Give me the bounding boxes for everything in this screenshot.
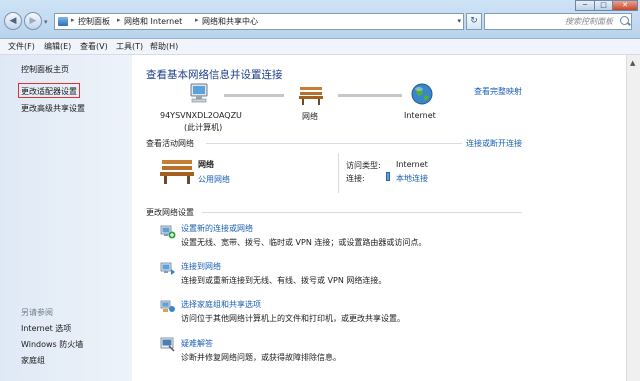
menu-view[interactable]: 查看(V) (80, 41, 108, 52)
task-setup-connection-link[interactable]: 设置新的连接或网络 (181, 223, 253, 234)
task-connect-network-link[interactable]: 连接到网络 (181, 261, 221, 272)
task-homegroup-link[interactable]: 选择家庭组和共享选项 (181, 299, 261, 310)
main-content: 查看基本网络信息并设置连接 查看完整映射 94YSVNXDL2OAQZU (此计… (132, 55, 626, 381)
computer-sub-label: (此计算机) (184, 123, 223, 132)
history-dropdown-icon[interactable]: ▾ (44, 18, 52, 26)
refresh-button[interactable]: ↻ (466, 13, 482, 30)
scrollbar[interactable]: ▲ (626, 55, 640, 381)
bench-network-icon (160, 160, 194, 184)
search-icon[interactable] (620, 16, 629, 25)
minimize-button[interactable]: ─ (575, 0, 595, 11)
menu-tools[interactable]: 工具(T) (116, 41, 143, 52)
sidebar-item-windows-firewall[interactable]: Windows 防火墙 (21, 339, 83, 350)
change-settings-header: 更改网络设置 (146, 208, 194, 217)
sidebar-item-internet-options[interactable]: Internet 选项 (21, 323, 71, 334)
network-type-link[interactable]: 公用网络 (198, 174, 230, 185)
page-title: 查看基本网络信息并设置连接 (146, 69, 283, 81)
new-connection-icon (160, 225, 176, 239)
ethernet-icon (386, 172, 390, 181)
computer-icon (190, 83, 208, 103)
menu-bar: 文件(F) 编辑(E) 查看(V) 工具(T) 帮助(H) (0, 39, 640, 55)
breadcrumb-item[interactable]: 控制面板 (78, 16, 110, 27)
section-divider (202, 212, 522, 213)
forward-button[interactable]: ▶ (24, 12, 42, 30)
task-troubleshoot-link[interactable]: 疑难解答 (181, 338, 213, 349)
task-connect-network-desc: 连接到或重新连接到无线、有线、拨号或 VPN 网络连接。 (181, 276, 387, 285)
map-connector (224, 94, 284, 97)
maximize-button[interactable]: □ (594, 0, 613, 11)
local-connection-link[interactable]: 本地连接 (396, 173, 428, 184)
active-networks-header: 查看活动网络 (146, 139, 194, 148)
menu-file[interactable]: 文件(F) (8, 41, 35, 52)
close-button[interactable]: ✕ (612, 0, 638, 11)
menu-edit[interactable]: 编辑(E) (44, 41, 71, 52)
address-dropdown-icon[interactable]: ▾ (457, 17, 461, 25)
task-troubleshoot-desc: 诊断并修复网络问题，或获得故障排除信息。 (181, 353, 341, 362)
title-bar: ─ □ ✕ ◀ ▶ ▾ ▸ 控制面板 ▸ 网络和 Internet ▸ 网络和共… (0, 0, 640, 39)
breadcrumb-separator-icon: ▸ (71, 16, 75, 24)
internet-map-label: Internet (404, 111, 436, 120)
search-input[interactable]: 搜索控制面板 (484, 13, 632, 30)
vertical-divider (338, 153, 339, 193)
breadcrumb-separator-icon: ▸ (195, 16, 199, 24)
sidebar-item-change-adapter-settings[interactable]: 更改适配器设置 (21, 86, 77, 97)
active-network-name: 网络 (198, 160, 214, 169)
connect-network-icon (160, 262, 175, 275)
connect-disconnect-link[interactable]: 连接或断开连接 (466, 138, 522, 149)
view-full-map-link[interactable]: 查看完整映射 (474, 86, 522, 97)
address-bar[interactable]: ▸ 控制面板 ▸ 网络和 Internet ▸ 网络和共享中心 ▾ (54, 13, 464, 30)
task-setup-connection-desc: 设置无线、宽带、拨号、临时或 VPN 连接；或设置路由器或访问点。 (181, 238, 427, 247)
breadcrumb-item[interactable]: 网络和 Internet (124, 16, 182, 27)
network-map-label: 网络 (302, 112, 318, 121)
menu-help[interactable]: 帮助(H) (150, 41, 178, 52)
map-connector (338, 94, 402, 97)
breadcrumb-separator-icon: ▸ (117, 16, 121, 24)
sidebar: 控制面板主页 更改适配器设置 更改高级共享设置 另请参阅 Internet 选项… (0, 55, 132, 381)
section-divider (206, 143, 462, 144)
scroll-up-icon[interactable]: ▲ (630, 59, 635, 67)
sidebar-item-change-advanced-sharing[interactable]: 更改高级共享设置 (21, 103, 85, 114)
bench-network-icon (299, 87, 323, 105)
breadcrumb-item[interactable]: 网络和共享中心 (202, 16, 258, 27)
homegroup-sharing-icon (160, 300, 175, 312)
access-type-value: Internet (396, 160, 428, 169)
control-panel-icon (58, 17, 68, 26)
connection-label: 连接: (346, 174, 365, 183)
back-button[interactable]: ◀ (4, 12, 22, 30)
see-also-header: 另请参阅 (21, 308, 53, 317)
sidebar-item-control-panel-home[interactable]: 控制面板主页 (21, 64, 69, 75)
access-type-label: 访问类型: (346, 161, 381, 170)
troubleshoot-icon (160, 337, 175, 352)
globe-internet-icon (411, 83, 433, 105)
task-homegroup-desc: 访问位于其他网络计算机上的文件和打印机，或更改共享设置。 (181, 314, 405, 323)
computer-name-label: 94YSVNXDL2OAQZU (160, 111, 242, 120)
sidebar-item-homegroup[interactable]: 家庭组 (21, 355, 45, 366)
